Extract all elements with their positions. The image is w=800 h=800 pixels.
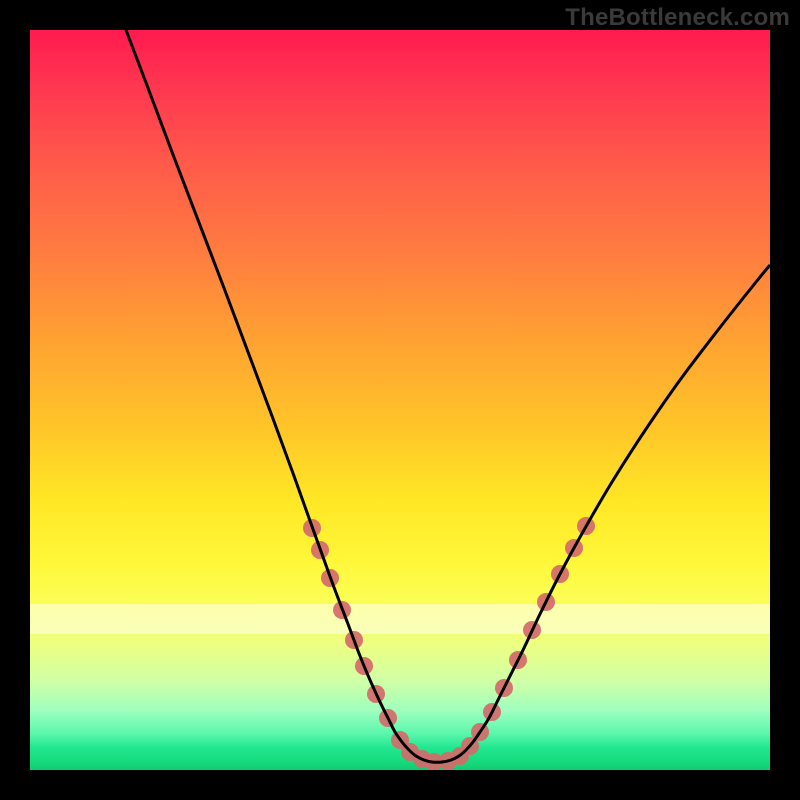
bottleneck-curve (126, 30, 770, 762)
marker-group (303, 517, 595, 770)
chart-frame: TheBottleneck.com (0, 0, 800, 800)
curve-svg (30, 30, 770, 770)
watermark-text: TheBottleneck.com (565, 4, 790, 32)
plot-area (30, 30, 770, 770)
